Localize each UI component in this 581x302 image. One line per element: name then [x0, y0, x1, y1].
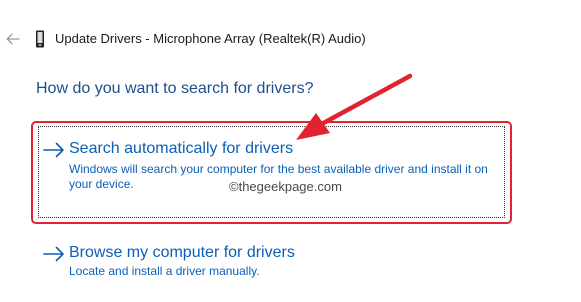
- page-heading: How do you want to search for drivers?: [36, 80, 314, 97]
- browse-computer-option[interactable]: Browse my computer for drivers Locate an…: [39, 235, 503, 280]
- option-description: Locate and install a driver manually.: [69, 264, 260, 278]
- watermark: ©thegeekpage.com: [229, 179, 342, 194]
- option-title: Search automatically for drivers: [69, 140, 294, 157]
- back-button[interactable]: [2, 28, 24, 50]
- search-automatically-option[interactable]: Search automatically for drivers Windows…: [39, 127, 503, 217]
- arrow-right-icon: [43, 246, 64, 262]
- arrow-left-icon: [6, 33, 20, 45]
- arrow-right-icon: [43, 142, 64, 158]
- window-title: Update Drivers - Microphone Array (Realt…: [55, 31, 366, 46]
- option-title: Browse my computer for drivers: [69, 244, 295, 261]
- device-icon: [34, 30, 46, 48]
